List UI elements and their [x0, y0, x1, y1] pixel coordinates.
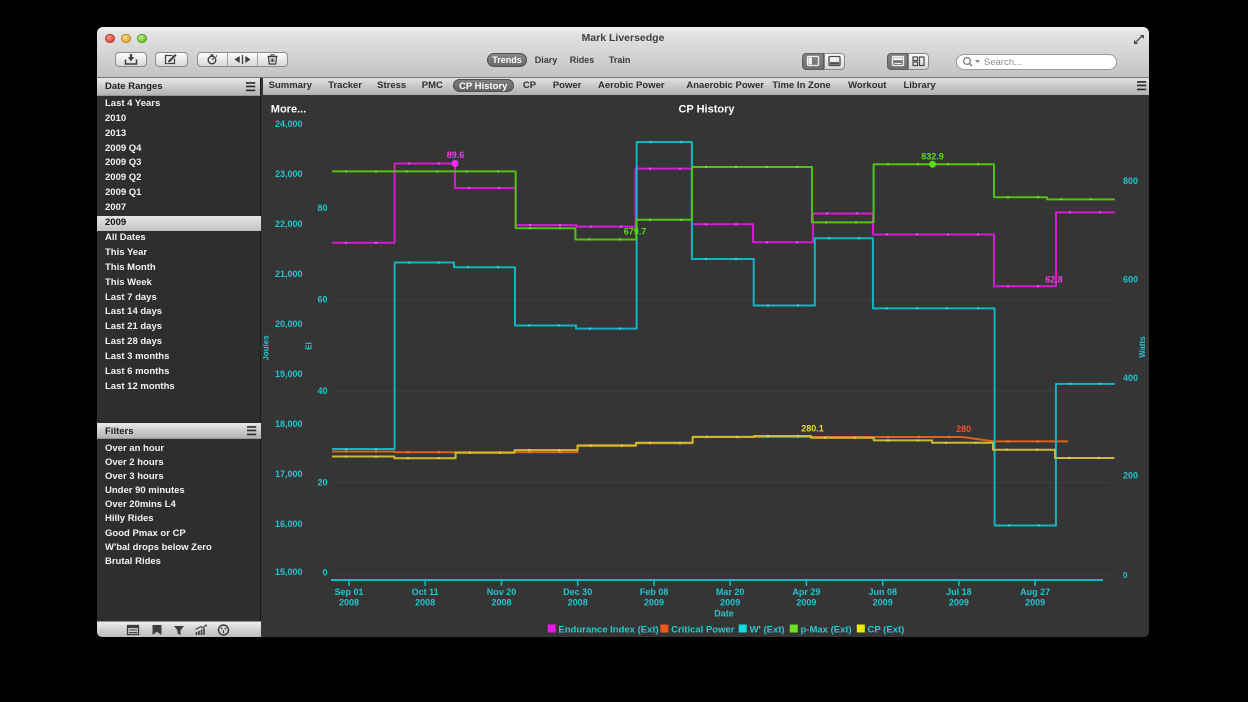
svg-text:62.8: 62.8 [1045, 274, 1063, 284]
svg-text:Nov 20: Nov 20 [486, 587, 516, 597]
svg-text:89.6: 89.6 [446, 150, 464, 160]
svg-text:800: 800 [1123, 176, 1138, 186]
svg-text:21,000: 21,000 [274, 269, 302, 279]
svg-text:2009: 2009 [643, 597, 663, 607]
svg-text:CP (Ext): CP (Ext) [867, 624, 904, 635]
svg-text:280.1: 280.1 [801, 423, 824, 433]
svg-text:2008: 2008 [491, 597, 511, 607]
svg-text:Endurance Index (Ext): Endurance Index (Ext) [558, 624, 658, 635]
svg-text:Jul 18: Jul 18 [946, 587, 972, 597]
svg-text:20,000: 20,000 [274, 319, 302, 329]
svg-text:Joules: Joules [263, 334, 271, 360]
svg-text:60: 60 [317, 294, 327, 304]
svg-text:40: 40 [317, 386, 327, 396]
svg-text:600: 600 [1123, 274, 1138, 284]
svg-text:23,000: 23,000 [274, 169, 302, 179]
svg-text:19,000: 19,000 [274, 369, 302, 379]
svg-text:18,000: 18,000 [274, 419, 302, 429]
svg-text:2009: 2009 [1025, 597, 1045, 607]
svg-text:W' (Ext): W' (Ext) [749, 624, 784, 635]
svg-text:More...: More... [270, 103, 305, 115]
svg-text:CP History: CP History [678, 103, 735, 115]
svg-text:Dec 30: Dec 30 [563, 587, 592, 597]
svg-text:679.7: 679.7 [623, 226, 646, 236]
svg-text:2009: 2009 [872, 597, 892, 607]
svg-text:p-Max (Ext): p-Max (Ext) [800, 624, 851, 635]
svg-text:24,000: 24,000 [274, 119, 302, 129]
svg-text:2009: 2009 [720, 597, 740, 607]
svg-text:2008: 2008 [567, 597, 587, 607]
svg-text:16,000: 16,000 [274, 519, 302, 529]
svg-text:280: 280 [956, 424, 971, 434]
svg-text:22,000: 22,000 [274, 219, 302, 229]
svg-text:2008: 2008 [415, 597, 435, 607]
svg-text:832.9: 832.9 [921, 151, 944, 161]
svg-text:2009: 2009 [796, 597, 816, 607]
svg-text:400: 400 [1123, 373, 1138, 383]
svg-text:200: 200 [1123, 470, 1138, 480]
svg-text:EI: EI [304, 342, 313, 350]
svg-text:2008: 2008 [338, 597, 358, 607]
svg-text:Feb 08: Feb 08 [639, 587, 668, 597]
svg-text:0: 0 [1123, 571, 1128, 580]
svg-text:Jun 08: Jun 08 [868, 587, 897, 597]
svg-text:80: 80 [317, 203, 327, 213]
svg-text:Date: Date [714, 608, 734, 618]
svg-text:0: 0 [322, 567, 327, 577]
svg-text:Watts: Watts [1138, 335, 1147, 357]
svg-text:15,000: 15,000 [274, 567, 302, 577]
svg-text:Oct 11: Oct 11 [411, 587, 438, 597]
svg-text:Aug 27: Aug 27 [1020, 587, 1050, 597]
svg-text:Sep 01: Sep 01 [334, 587, 363, 597]
svg-text:2009: 2009 [948, 597, 968, 607]
svg-text:Critical Power: Critical Power [671, 624, 735, 635]
svg-text:Apr 29: Apr 29 [792, 587, 820, 597]
svg-text:Mar 20: Mar 20 [715, 587, 744, 597]
svg-text:20: 20 [317, 477, 327, 487]
svg-text:17,000: 17,000 [274, 469, 302, 479]
